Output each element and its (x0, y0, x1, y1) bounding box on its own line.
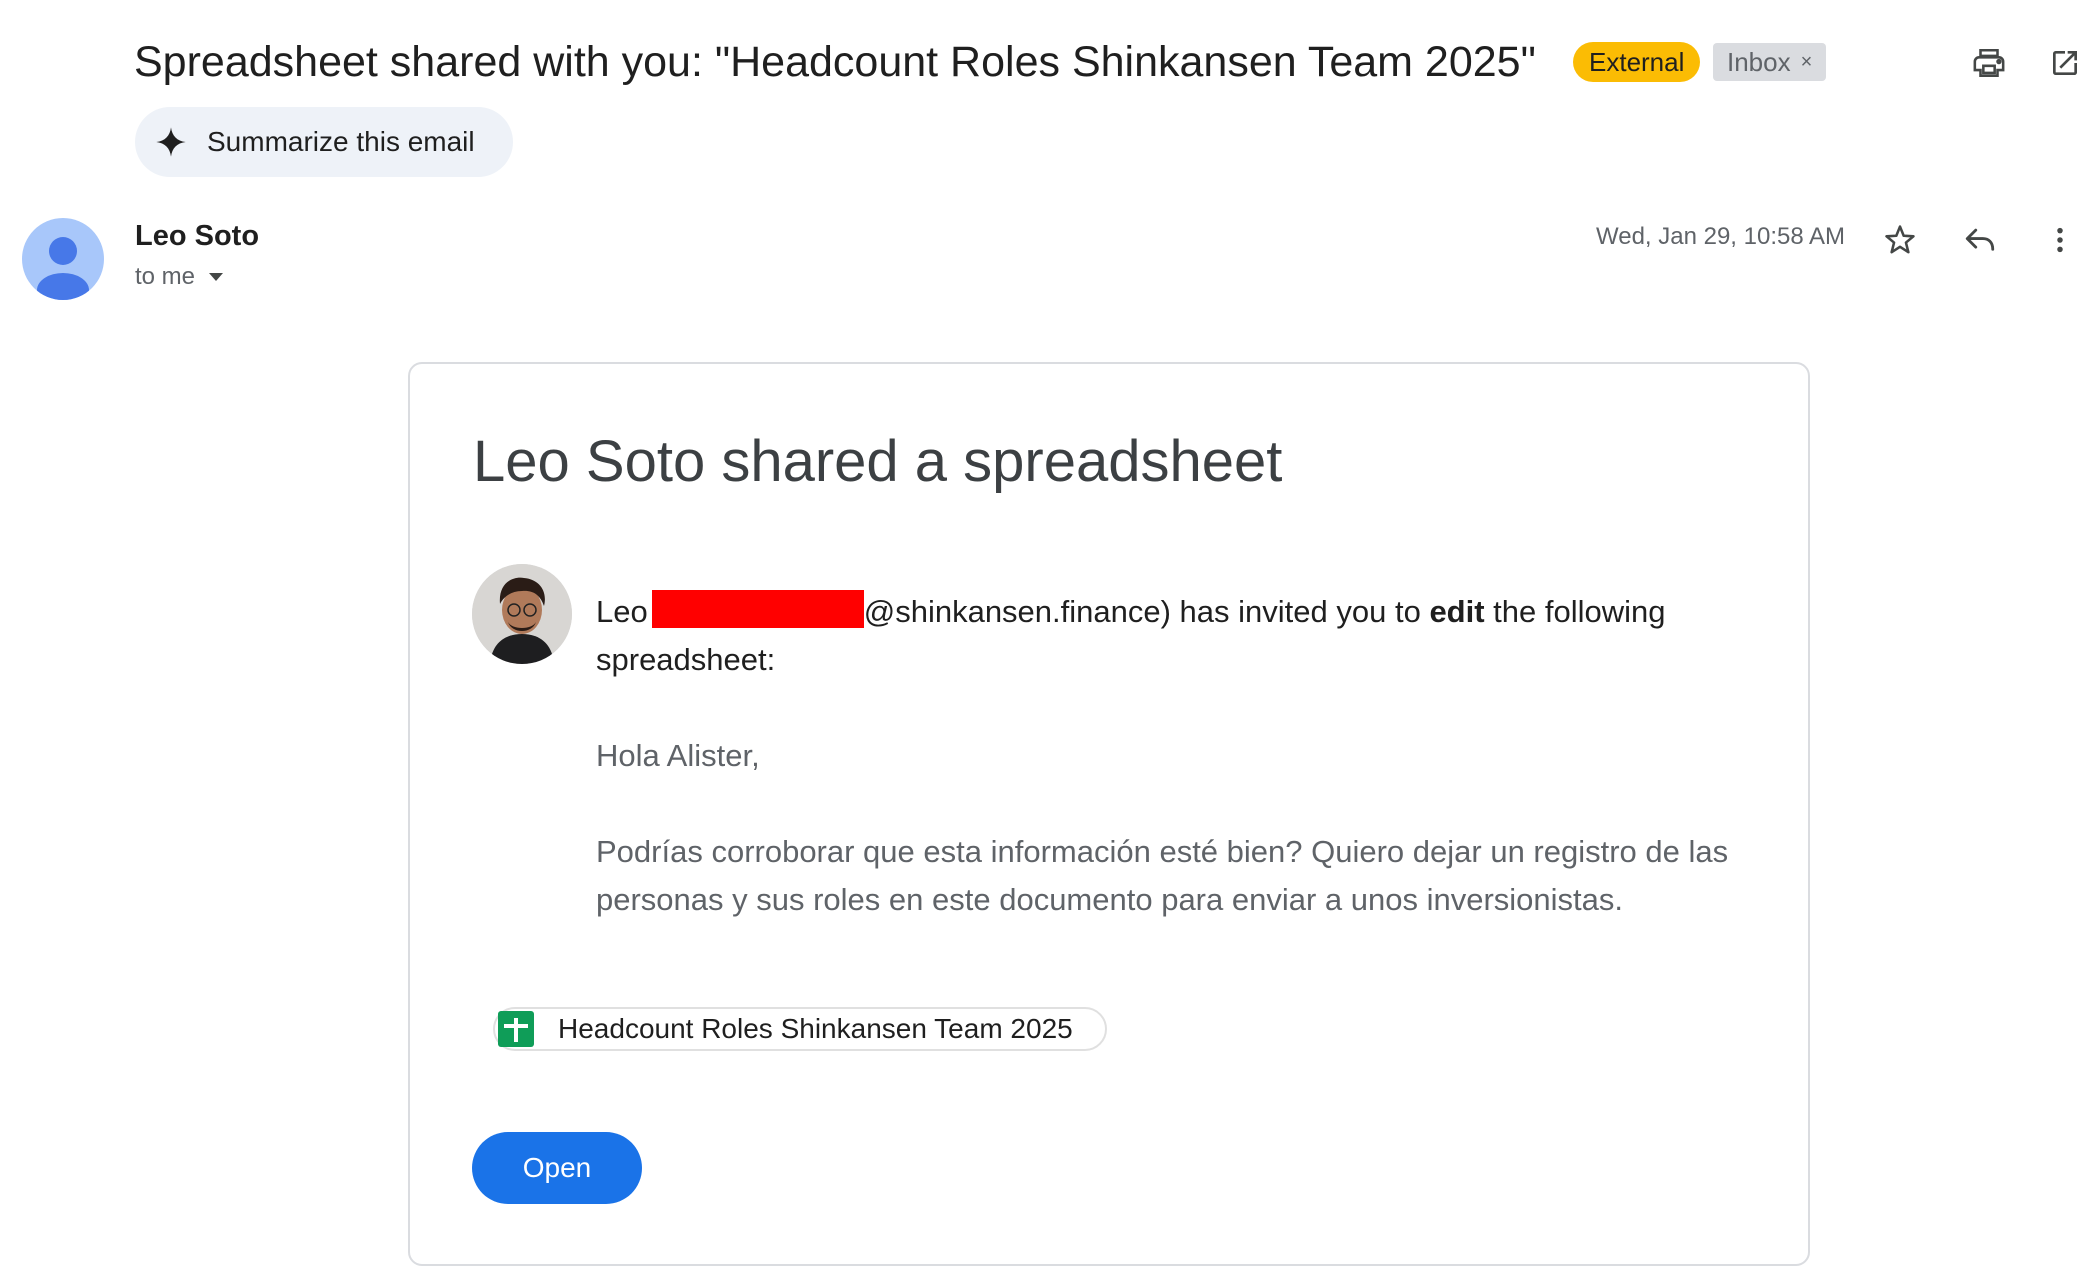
email-date: Wed, Jan 29, 10:58 AM (1596, 223, 1846, 250)
remove-label-icon[interactable]: × (1801, 43, 1813, 81)
person-icon (37, 237, 89, 300)
more-vert-icon (2057, 227, 2063, 253)
recipient-line: to me (135, 263, 196, 290)
message-body: Podrías corroborar que esta información … (596, 834, 1729, 917)
sender-avatar[interactable] (22, 218, 104, 300)
external-badge: External (1573, 42, 1701, 82)
invite-text: Leo @shinkansen.finance) has invited you … (596, 588, 1736, 684)
google-sheets-icon (498, 1011, 534, 1047)
summarize-email-button[interactable]: Summarize this email (135, 107, 513, 177)
sender-photo (472, 564, 572, 664)
spreadsheet-file-chip[interactable]: Headcount Roles Shinkansen Team 2025 (493, 1007, 1107, 1051)
spreadsheet-file-name: Headcount Roles Shinkansen Team 2025 (558, 1013, 1073, 1044)
invite-permission: edit (1429, 594, 1485, 629)
more-options-button[interactable] (2036, 216, 2084, 264)
sender-name[interactable]: Leo Soto (135, 220, 259, 253)
sparkle-icon (156, 127, 186, 157)
open-in-new-icon (2053, 51, 2077, 75)
open-spreadsheet-button[interactable]: Open (472, 1132, 642, 1204)
inbox-label-text: Inbox (1727, 47, 1791, 77)
email-subject: Spreadsheet shared with you: "Headcount … (134, 38, 1536, 86)
open-in-new-window-button[interactable] (2042, 40, 2088, 86)
summarize-label: Summarize this email (207, 126, 475, 157)
share-notification-card (408, 362, 1810, 1266)
star-button[interactable] (1876, 216, 1924, 264)
arrow-drop-down-icon (209, 273, 224, 281)
redacted-email-block (651, 590, 864, 628)
card-title: Leo Soto shared a spreadsheet (473, 429, 1283, 494)
print-icon (1973, 48, 2005, 78)
reply-icon (1965, 228, 1995, 251)
inbox-label-chip[interactable]: Inbox × (1713, 43, 1827, 81)
print-button[interactable] (1966, 40, 2012, 86)
invite-sender-first-name: Leo (596, 594, 648, 629)
invite-domain-text: @shinkansen.finance) has invited you to (863, 594, 1430, 629)
recipient-details-toggle[interactable]: to me (135, 263, 225, 291)
star-icon (1885, 225, 1915, 254)
message-greeting: Hola Alister, (596, 738, 760, 773)
reply-button[interactable] (1956, 216, 2004, 264)
